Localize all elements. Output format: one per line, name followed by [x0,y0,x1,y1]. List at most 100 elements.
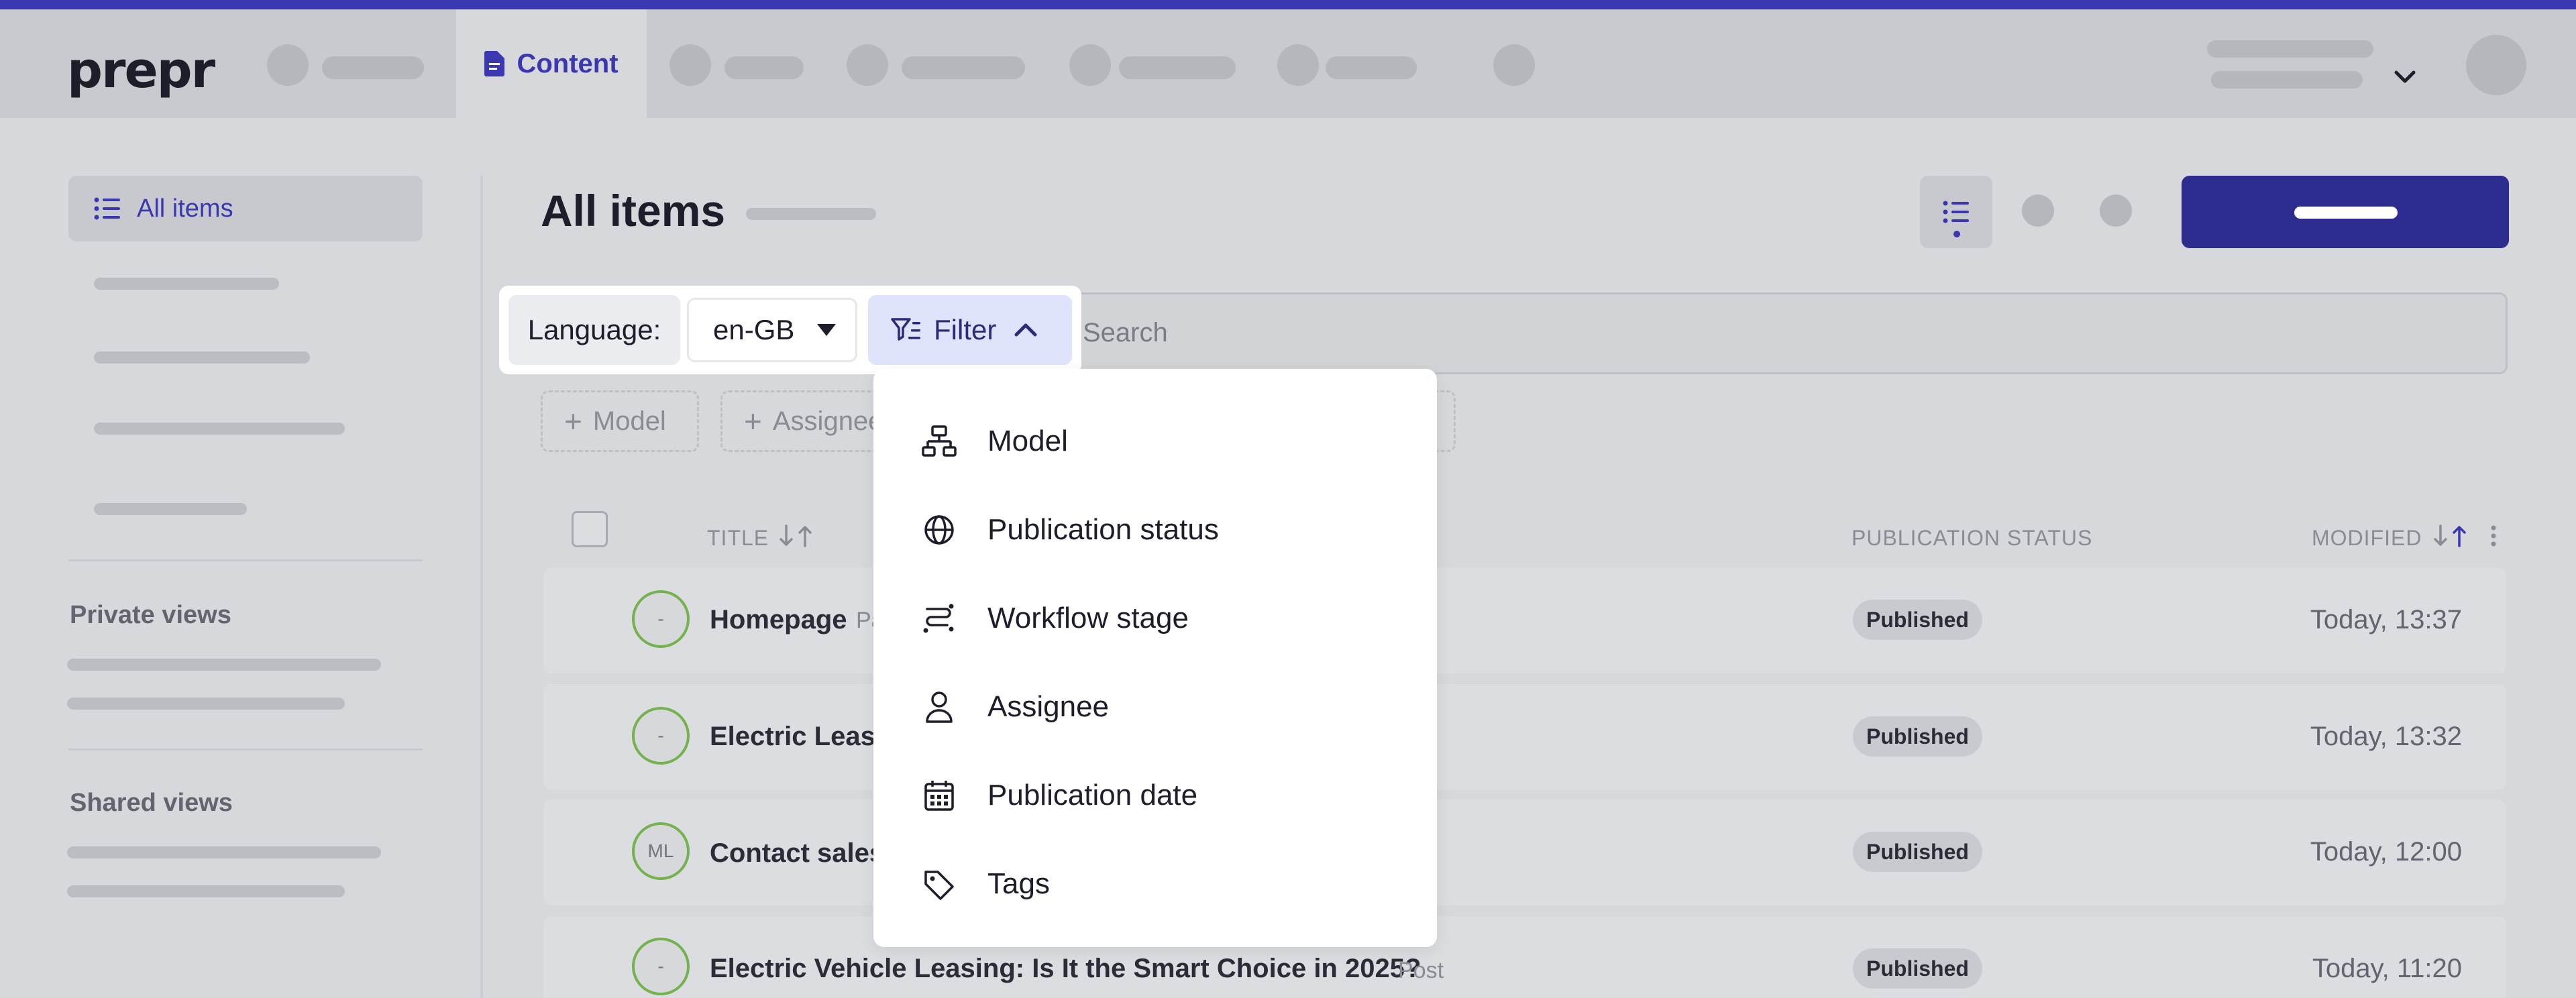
sidebar-item-placeholder[interactable] [94,503,247,515]
item-count-placeholder [746,208,876,220]
nav-placeholder-label[interactable] [1119,56,1236,79]
row-avatar: - [632,938,690,995]
sidebar-item-placeholder[interactable] [94,278,279,290]
shared-views-heading: Shared views [70,789,233,817]
chip-label: Model [592,406,666,436]
filter-button[interactable]: Filter [868,295,1072,365]
sidebar-item-all-items[interactable]: All items [68,176,423,241]
row-title[interactable]: Electric Vehicle Leasing: Is It the Smar… [710,954,1421,984]
language-select[interactable]: en-GB [687,298,857,362]
status-badge: Published [1853,832,1982,872]
language-label-box: Language: [508,295,680,365]
filter-option-label: Tags [987,867,1050,900]
filter-option-label: Publication status [987,513,1219,546]
sidebar-item-placeholder[interactable] [94,423,345,435]
sort-icon[interactable] [778,524,816,547]
row-title[interactable]: Contact sales [710,838,884,869]
filter-option-publication-date[interactable]: Publication date [873,751,1437,840]
tab-content-label: Content [517,48,619,78]
sort-icon[interactable] [2432,524,2470,547]
private-views-heading: Private views [70,601,231,629]
filter-option-label: Assignee [987,690,1110,723]
private-view-placeholder[interactable] [67,698,345,710]
globe-icon [922,514,957,546]
user-org-placeholder [2211,71,2363,89]
filter-option-model[interactable]: Model [873,397,1437,486]
view-option-placeholder[interactable] [2022,195,2054,227]
active-view-indicator [1953,231,1960,237]
nav-placeholder-icon[interactable] [1493,44,1535,86]
sidebar-divider [68,748,423,751]
column-header-publication-status[interactable]: PUBLICATION STATUS [1851,526,2092,551]
page-title: All items [541,186,726,235]
add-item-button[interactable] [2182,176,2509,248]
nav-placeholder-label[interactable] [1326,56,1417,79]
row-avatar: ML [632,822,690,880]
nav-placeholder-label[interactable] [724,56,804,79]
sidebar-item-placeholder[interactable] [94,351,310,364]
row-modified: Today, 11:20 [2312,954,2462,983]
select-all-checkbox[interactable] [572,511,608,547]
filter-button-label: Filter [934,314,997,345]
tab-content[interactable]: Content [456,9,647,118]
shared-view-placeholder[interactable] [67,846,381,858]
row-avatar: - [632,707,690,765]
filter-option-label: Workflow stage [987,602,1189,634]
plus-icon: + [564,404,582,439]
plus-icon: + [744,404,762,439]
filter-option-label: Model [987,425,1068,457]
row-modified: Today, 13:32 [2310,722,2462,751]
logo[interactable]: prepr [67,42,215,99]
column-header-title[interactable]: TITLE [707,526,769,551]
filter-option-label: Publication date [987,779,1198,812]
filter-dropdown-menu: Model Publication status Workflow stage … [873,369,1437,947]
filter-option-assignee[interactable]: Assignee [873,663,1437,751]
row-type: Post [1398,958,1444,983]
filter-icon [891,317,922,343]
row-modified: Today, 12:00 [2310,837,2462,867]
sidebar-separator [480,176,483,998]
chip-label: Assignee [772,406,883,436]
shared-view-placeholder[interactable] [67,885,345,897]
list-icon [1943,201,1970,223]
column-menu-icon[interactable] [2490,524,2497,547]
chevron-down-icon[interactable] [2394,70,2416,85]
person-icon [922,691,957,723]
nav-placeholder-icon[interactable] [847,44,888,86]
row-avatar: - [632,590,690,648]
column-header-modified[interactable]: MODIFIED [2312,526,2422,551]
calendar-icon [922,779,957,812]
filter-option-publication-status[interactable]: Publication status [873,486,1437,574]
user-avatar[interactable] [2466,35,2526,95]
tag-icon [922,868,957,900]
filter-option-workflow-stage[interactable]: Workflow stage [873,574,1437,663]
nav-placeholder-icon[interactable] [1277,44,1319,86]
nav-placeholder-icon[interactable] [267,44,309,86]
sidebar-item-label: All items [137,194,233,223]
view-option-placeholder[interactable] [2100,195,2132,227]
column-header-title-label: TITLE [707,526,769,550]
list-icon [94,197,121,220]
language-value: en-GB [713,314,795,345]
private-view-placeholder[interactable] [67,659,381,671]
status-badge: Published [1853,600,1982,640]
workflow-icon [922,602,957,634]
add-model-filter-chip[interactable]: + Model [541,390,699,452]
row-modified: Today, 13:37 [2310,605,2462,634]
nav-placeholder-icon[interactable] [669,44,711,86]
search-placeholder: Search [1083,318,1168,347]
nav-placeholder-icon[interactable] [1069,44,1111,86]
status-badge: Published [1853,948,1982,989]
language-label: Language: [527,314,661,345]
add-assignee-filter-chip[interactable]: + Assignee [720,390,883,452]
filter-option-tags[interactable]: Tags [873,840,1437,928]
nav-placeholder-label[interactable] [902,56,1025,79]
nav-placeholder-label[interactable] [322,56,424,79]
sidebar-divider [68,559,423,561]
status-badge: Published [1853,716,1982,757]
document-icon [484,51,505,76]
user-name-placeholder [2207,40,2373,58]
row-title[interactable]: Homepage [710,605,847,635]
add-item-button-label-placeholder [2294,207,2398,219]
model-tree-icon [922,425,957,457]
